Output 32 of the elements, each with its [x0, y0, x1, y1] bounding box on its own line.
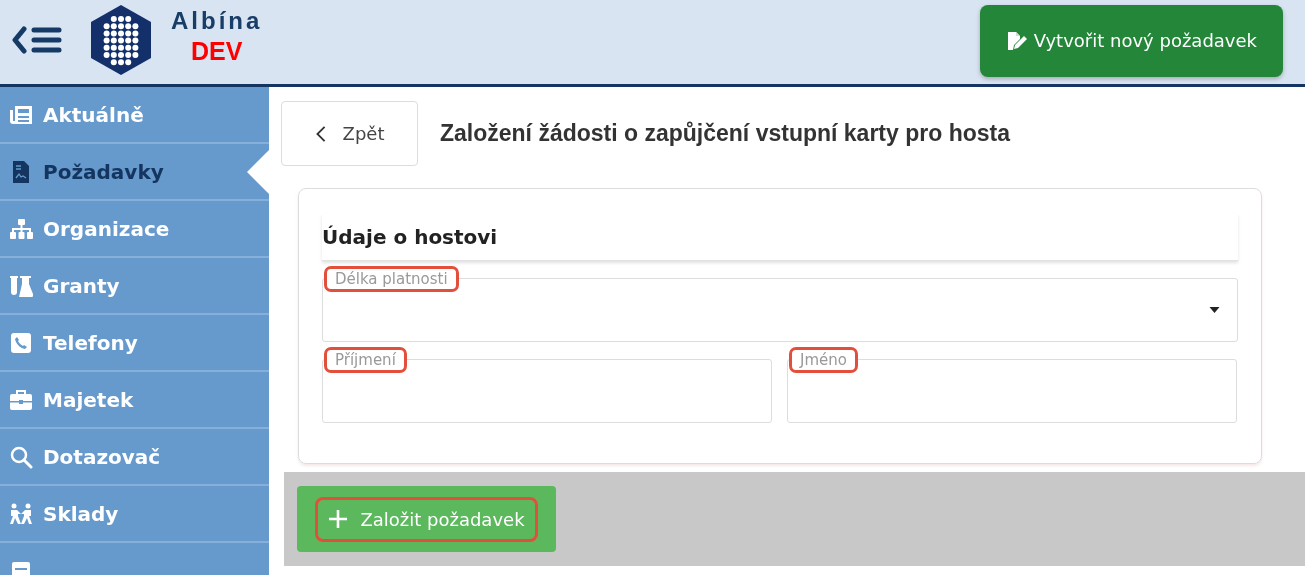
field-label: Délka platnosti [324, 266, 459, 292]
phone-icon [9, 330, 33, 355]
document-pen-icon [1005, 30, 1028, 51]
sidebar-item[interactable]: Dotazovač [0, 429, 269, 486]
sidebar-item[interactable]: Sklady [0, 486, 269, 543]
field-label: Jméno [789, 347, 858, 373]
sidebar-item[interactable]: Telefony [0, 315, 269, 372]
search-icon [9, 444, 33, 469]
briefcase-icon [9, 387, 33, 412]
section-title: Údaje o hostovi [322, 225, 498, 249]
submit-button[interactable]: Založit požadavek [297, 486, 556, 552]
back-button[interactable]: Zpět [281, 101, 418, 166]
field-label: Příjmení [324, 347, 407, 373]
app-name: Albína [171, 6, 263, 35]
new-request-button[interactable]: Vytvořit nový požadavek [979, 4, 1283, 77]
sidebar-item[interactable]: Majetek [0, 372, 269, 429]
input-field[interactable]: Příjmení [322, 347, 772, 423]
plus-icon [328, 509, 349, 529]
collapse-menu-icon[interactable] [12, 25, 64, 55]
environment-label: DEV [190, 36, 243, 66]
sidebar-item[interactable]: Aktuálně [0, 87, 269, 144]
select-field[interactable]: Délka platnosti [322, 266, 1238, 342]
people-icon [9, 501, 33, 526]
sidebar-item[interactable]: Granty [0, 258, 269, 315]
sitemap-icon [9, 216, 33, 241]
sidebar-item[interactable]: Organizace [0, 201, 269, 258]
input-field[interactable]: Jméno [787, 347, 1237, 423]
chevron-left-icon [314, 124, 327, 143]
caret-icon [1209, 307, 1220, 313]
page-title: Založení žádosti o zapůjčení vstupní karty pro hosta [440, 120, 1010, 147]
flask-icon [9, 273, 33, 298]
logo-icon [89, 3, 153, 77]
